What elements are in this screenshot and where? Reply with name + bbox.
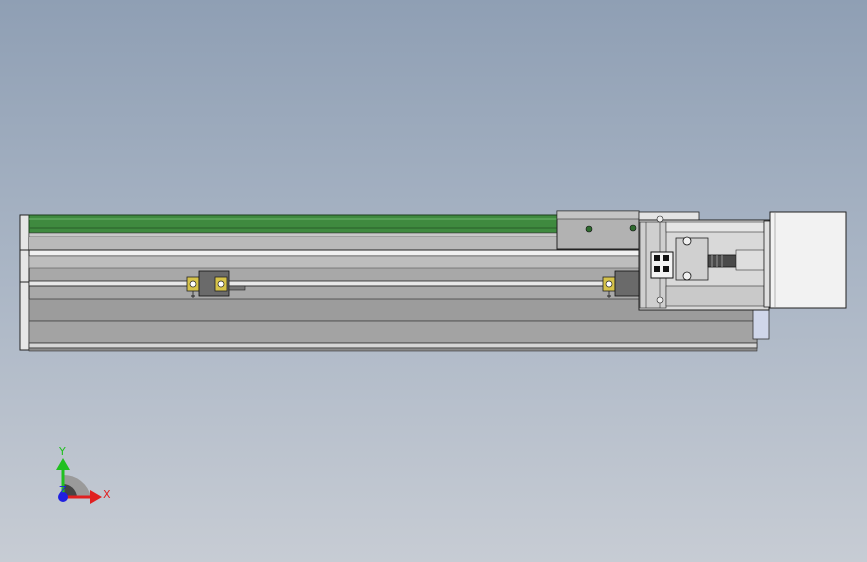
linear-module-assembly[interactable] bbox=[19, 210, 847, 352]
sensor-groove bbox=[28, 280, 640, 287]
drive-housing[interactable] bbox=[638, 211, 770, 311]
carriage-screw-left bbox=[585, 225, 593, 233]
right-end-plate bbox=[752, 308, 770, 340]
servo-motor[interactable] bbox=[763, 211, 847, 309]
carriage-screw-right bbox=[629, 224, 637, 232]
z-axis-label: Z bbox=[59, 484, 67, 497]
model-view-svg[interactable]: Y X Z bbox=[0, 0, 867, 562]
coordinate-triad: Y X Z bbox=[56, 445, 111, 504]
x-axis-label: X bbox=[103, 488, 111, 501]
carriage-block[interactable] bbox=[556, 210, 640, 250]
y-axis-label: Y bbox=[58, 445, 66, 458]
cad-graphics-area[interactable]: Y X Z bbox=[0, 0, 867, 562]
top-rail bbox=[28, 249, 640, 257]
green-cover-strip bbox=[28, 214, 560, 234]
